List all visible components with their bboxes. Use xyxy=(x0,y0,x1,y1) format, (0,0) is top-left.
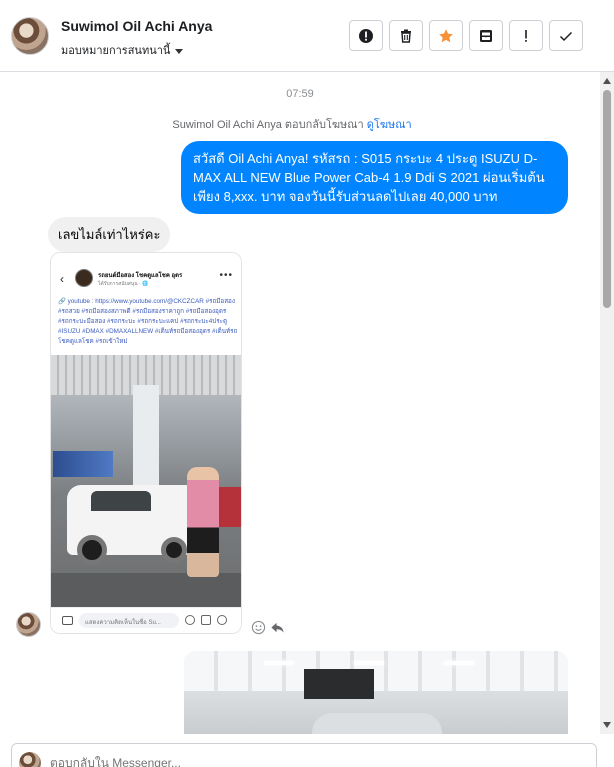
messenger-conversation: Suwimol Oil Achi Anya มอบหมายการสนทนานี้ xyxy=(0,0,614,767)
page-avatar-small xyxy=(19,752,41,767)
conversation-header: Suwimol Oil Achi Anya มอบหมายการสนทนานี้ xyxy=(0,0,614,72)
thread-scrollbar[interactable] xyxy=(600,72,614,734)
trash-icon xyxy=(401,29,411,43)
post-text: 🔗 youtube : https://www.youtube.com/@CKC… xyxy=(58,298,238,345)
ad-reply-text: Suwimol Oil Achi Anya ตอบกลับโฆษณา xyxy=(172,119,364,131)
image-attachment[interactable]: ‹ รถยนต์มือสอง โชคดูแลโชค อุดร ได้รับการ… xyxy=(50,252,242,634)
car-photo xyxy=(51,355,241,607)
star-button[interactable] xyxy=(429,20,463,51)
reply-box[interactable] xyxy=(11,743,597,767)
react-emoji-icon[interactable] xyxy=(251,620,266,635)
contact-name[interactable]: Suwimol Oil Achi Anya xyxy=(61,18,212,34)
alert-circle-icon xyxy=(359,28,373,43)
back-arrow-icon: ‹ xyxy=(60,272,64,286)
reply-icon[interactable] xyxy=(270,620,285,635)
page-name: รถยนต์มือสอง โชคดูแลโชค อุดร xyxy=(98,273,183,279)
gif-icon xyxy=(201,615,211,625)
scroll-down-arrow-icon[interactable] xyxy=(603,722,611,728)
reply-input[interactable] xyxy=(50,756,570,767)
comment-placeholder: แสดงความคิดเห็นในชื่อ Su... xyxy=(79,613,179,628)
sender-avatar xyxy=(16,612,41,637)
outgoing-message-bubble[interactable]: สวัสดี Oil Achi Anya! รหัสรถ : S015 กระบ… xyxy=(181,141,568,214)
post-comment-bar: แสดงความคิดเห็นในชื่อ Su... xyxy=(51,607,241,633)
view-ad-link[interactable]: ดูโฆษณา xyxy=(367,119,412,131)
archive-button[interactable] xyxy=(469,20,503,51)
scroll-up-arrow-icon[interactable] xyxy=(603,78,611,84)
delete-button[interactable] xyxy=(389,20,423,51)
check-icon xyxy=(559,31,573,41)
ad-reply-note: Suwimol Oil Achi Anya ตอบกลับโฆษณา ดูโฆษ… xyxy=(0,115,584,133)
emoji-icon xyxy=(217,615,227,625)
page-avatar xyxy=(75,269,93,287)
exclamation-icon xyxy=(525,29,527,42)
assign-conversation-dropdown[interactable]: มอบหมายการสนทนานี้ xyxy=(61,41,184,59)
star-icon xyxy=(439,28,453,42)
camera-icon xyxy=(62,616,73,625)
message-thread[interactable]: 07:59 Suwimol Oil Achi Anya ตอบกลับโฆษณา… xyxy=(0,72,614,734)
contact-avatar[interactable] xyxy=(11,17,49,55)
post-header: ‹ รถยนต์มือสอง โชคดูแลโชค อุดร ได้รับการ… xyxy=(51,259,241,293)
mark-done-button[interactable] xyxy=(549,20,583,51)
sticker-icon xyxy=(185,615,195,625)
more-icon: ••• xyxy=(219,270,233,281)
reply-composer xyxy=(0,734,614,767)
message-timestamp: 07:59 xyxy=(286,88,314,100)
page-sponsored: ได้รับการสนับสนุน · 🌐 xyxy=(98,281,149,287)
archive-icon xyxy=(480,29,492,42)
chevron-down-icon xyxy=(175,48,184,54)
conversation-actions xyxy=(349,20,583,51)
incoming-message-bubble[interactable]: เลขไมล์เท่าไหร่คะ xyxy=(48,217,171,252)
message-hover-actions xyxy=(251,620,285,635)
mark-spam-button[interactable] xyxy=(349,20,383,51)
assign-label: มอบหมายการสนทนานี้ xyxy=(61,45,171,57)
image-attachment-2[interactable] xyxy=(184,651,568,734)
scrollbar-thumb[interactable] xyxy=(603,90,611,308)
follow-up-button[interactable] xyxy=(509,20,543,51)
